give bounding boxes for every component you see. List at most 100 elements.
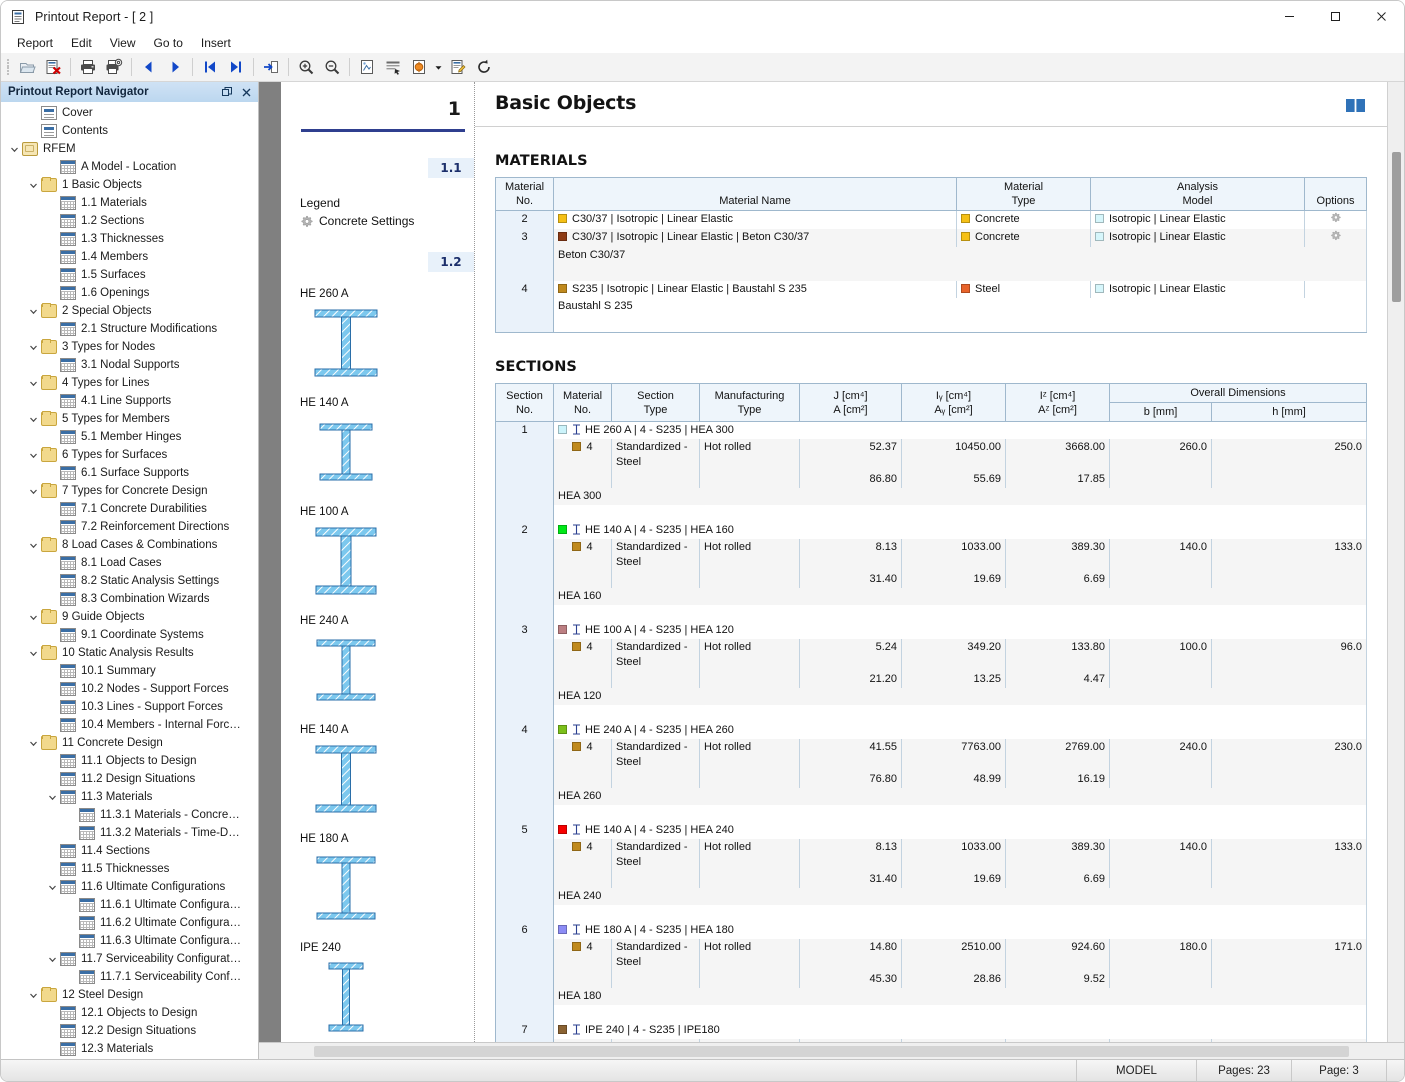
menu-view[interactable]: View xyxy=(102,34,144,52)
tree-item[interactable]: 10 Static Analysis Results xyxy=(1,644,244,662)
last-page-icon[interactable] xyxy=(223,55,249,80)
tree-item[interactable]: 1.2 Sections xyxy=(1,212,244,230)
tree-item[interactable]: 11.3.2 Materials - Time-D… xyxy=(1,824,244,842)
section-title-row[interactable]: 3 HE 100 A | 4 - S235 | HEA 120 xyxy=(495,622,1367,688)
tree-item[interactable]: Cover xyxy=(1,104,244,122)
tree-item[interactable]: 11.6 Ultimate Configurations xyxy=(1,878,244,896)
tree-item[interactable]: 8.2 Static Analysis Settings xyxy=(1,572,244,590)
book-icon[interactable] xyxy=(1345,98,1367,113)
section-data-row[interactable]: 4 Standardized - Steel Hot rolled 8.13 1033.… xyxy=(495,539,1367,571)
materials-row[interactable]: 3 C30/37 | Isotropic | Linear Elastic | B… xyxy=(495,229,1367,247)
chevron-down-icon[interactable] xyxy=(26,410,41,428)
material-options-cell[interactable] xyxy=(1304,281,1367,298)
tree-item[interactable]: 2 Special Objects xyxy=(1,302,244,320)
chevron-down-icon[interactable] xyxy=(26,644,41,662)
minimize-button[interactable] xyxy=(1266,1,1312,32)
menu-report[interactable]: Report xyxy=(9,34,61,52)
tree-item[interactable]: 3.1 Nodal Supports xyxy=(1,356,244,374)
go-to-page-icon[interactable] xyxy=(258,55,284,80)
status-resize-grip[interactable] xyxy=(1386,1060,1404,1081)
edit-report-icon[interactable] xyxy=(445,55,471,80)
chevron-down-icon[interactable] xyxy=(26,608,41,626)
section-title-row[interactable]: 5 HE 140 A | 4 - S235 | HEA 240 xyxy=(495,822,1367,888)
previous-page-icon[interactable] xyxy=(136,55,162,80)
print-icon[interactable] xyxy=(75,55,101,80)
chevron-down-icon[interactable] xyxy=(45,950,60,968)
tree-item[interactable]: 10.4 Members - Internal Force… xyxy=(1,716,244,734)
section-data-row[interactable]: 4 Standardized - Steel Hot rolled 5.24 349.2… xyxy=(495,639,1367,671)
chevron-down-icon[interactable] xyxy=(26,374,41,392)
section-title-row[interactable]: 7 IPE 240 | 4 - S235 | IPE180 xyxy=(495,1022,1367,1042)
tree-item[interactable]: 1.6 Openings xyxy=(1,284,244,302)
close-button[interactable] xyxy=(1358,1,1404,32)
navigator-tree[interactable]: Cover Contents RFEM A Model - Location 1 Bas… xyxy=(1,102,258,1059)
section-data-row[interactable]: 4 Standardized - Steel Hot rolled 41.55 7763… xyxy=(495,739,1367,771)
tree-item[interactable]: 10.1 Summary xyxy=(1,662,244,680)
gear-icon[interactable] xyxy=(1330,230,1341,241)
chevron-down-icon[interactable] xyxy=(45,788,60,806)
chevron-down-icon[interactable] xyxy=(26,302,41,320)
document-horizontal-scrollbar[interactable] xyxy=(259,1042,1404,1059)
refresh-icon[interactable] xyxy=(471,55,497,80)
dropdown-arrow-icon[interactable] xyxy=(432,55,445,80)
section-data-row[interactable]: 4 Standardized - Steel Hot rolled 14.80 2510… xyxy=(495,939,1367,971)
tree-item[interactable]: 11.3 Materials xyxy=(1,788,244,806)
navigator-close-button[interactable] xyxy=(238,84,254,100)
tree-item[interactable]: 12 Steel Design xyxy=(1,986,244,1004)
tree-item[interactable]: A Model - Location xyxy=(1,158,244,176)
material-options-cell[interactable] xyxy=(1304,229,1367,247)
tree-item[interactable]: 11.6.3 Ultimate Configura… xyxy=(1,932,244,950)
menu-goto[interactable]: Go to xyxy=(146,34,191,52)
tree-item[interactable]: 12.1 Objects to Design xyxy=(1,1004,244,1022)
zoom-in-icon[interactable] xyxy=(293,55,319,80)
tree-item[interactable]: 12.4 Sections xyxy=(1,1058,244,1059)
chevron-down-icon[interactable] xyxy=(26,734,41,752)
menu-edit[interactable]: Edit xyxy=(63,34,100,52)
section-data-row[interactable]: 4 Standardized - Steel Hot rolled 8.13 1033.… xyxy=(495,839,1367,871)
tree-item[interactable]: 1.4 Members xyxy=(1,248,244,266)
tree-item[interactable]: 6.1 Surface Supports xyxy=(1,464,244,482)
first-page-icon[interactable] xyxy=(197,55,223,80)
tree-item[interactable]: 6 Types for Surfaces xyxy=(1,446,244,464)
tree-item[interactable]: 11.6.1 Ultimate Configura… xyxy=(1,896,244,914)
tree-item[interactable]: 11.3.1 Materials - Concret… xyxy=(1,806,244,824)
chevron-down-icon[interactable] xyxy=(26,176,41,194)
tree-item[interactable]: 5 Types for Members xyxy=(1,410,244,428)
menu-insert[interactable]: Insert xyxy=(193,34,239,52)
tree-item[interactable]: 11.5 Thicknesses xyxy=(1,860,244,878)
tree-item[interactable]: 12.3 Materials xyxy=(1,1040,244,1058)
tree-item[interactable]: 11.7.1 Serviceability Confi… xyxy=(1,968,244,986)
tree-item[interactable]: 11.2 Design Situations xyxy=(1,770,244,788)
tree-item[interactable]: 7.2 Reinforcement Directions xyxy=(1,518,244,536)
delete-report-icon[interactable] xyxy=(40,55,66,80)
toolbar-grip[interactable] xyxy=(5,58,11,76)
section-title-row[interactable]: 2 HE 140 A | 4 - S235 | HEA 160 xyxy=(495,522,1367,588)
tree-item[interactable]: 4 Types for Lines xyxy=(1,374,244,392)
tree-item[interactable]: 8.1 Load Cases xyxy=(1,554,244,572)
tree-item[interactable]: 9 Guide Objects xyxy=(1,608,244,626)
materials-row[interactable]: 2 C30/37 | Isotropic | Linear Elastic Conc… xyxy=(495,210,1367,229)
horizontal-scroll-thumb[interactable] xyxy=(314,1046,1349,1057)
next-page-icon[interactable] xyxy=(162,55,188,80)
chevron-down-icon[interactable] xyxy=(26,338,41,356)
tree-item[interactable]: 1.1 Materials xyxy=(1,194,244,212)
document-vertical-scrollbar[interactable] xyxy=(1387,82,1404,1042)
section-data-row[interactable]: 4 Standardized - Steel Hot rolled 52.37 1045… xyxy=(495,439,1367,471)
chevron-down-icon[interactable] xyxy=(45,878,60,896)
tree-item[interactable]: 11 Concrete Design xyxy=(1,734,244,752)
tree-item[interactable]: 1 Basic Objects xyxy=(1,176,244,194)
gear-icon[interactable] xyxy=(1330,212,1341,223)
tree-item[interactable]: 7.1 Concrete Durabilities xyxy=(1,500,244,518)
zoom-out-icon[interactable] xyxy=(319,55,345,80)
maximize-button[interactable] xyxy=(1312,1,1358,32)
tree-item[interactable]: 11.6.2 Ultimate Configura… xyxy=(1,914,244,932)
tree-item[interactable]: 3 Types for Nodes xyxy=(1,338,244,356)
tree-item[interactable]: 2.1 Structure Modifications xyxy=(1,320,244,338)
chevron-down-icon[interactable] xyxy=(26,482,41,500)
tree-item[interactable]: 11.4 Sections xyxy=(1,842,244,860)
tree-item[interactable]: Contents xyxy=(1,122,244,140)
tree-item[interactable]: 5.1 Member Hinges xyxy=(1,428,244,446)
tree-item[interactable]: 10.2 Nodes - Support Forces xyxy=(1,680,244,698)
tree-item[interactable]: RFEM xyxy=(1,140,244,158)
selection-icon[interactable] xyxy=(380,55,406,80)
